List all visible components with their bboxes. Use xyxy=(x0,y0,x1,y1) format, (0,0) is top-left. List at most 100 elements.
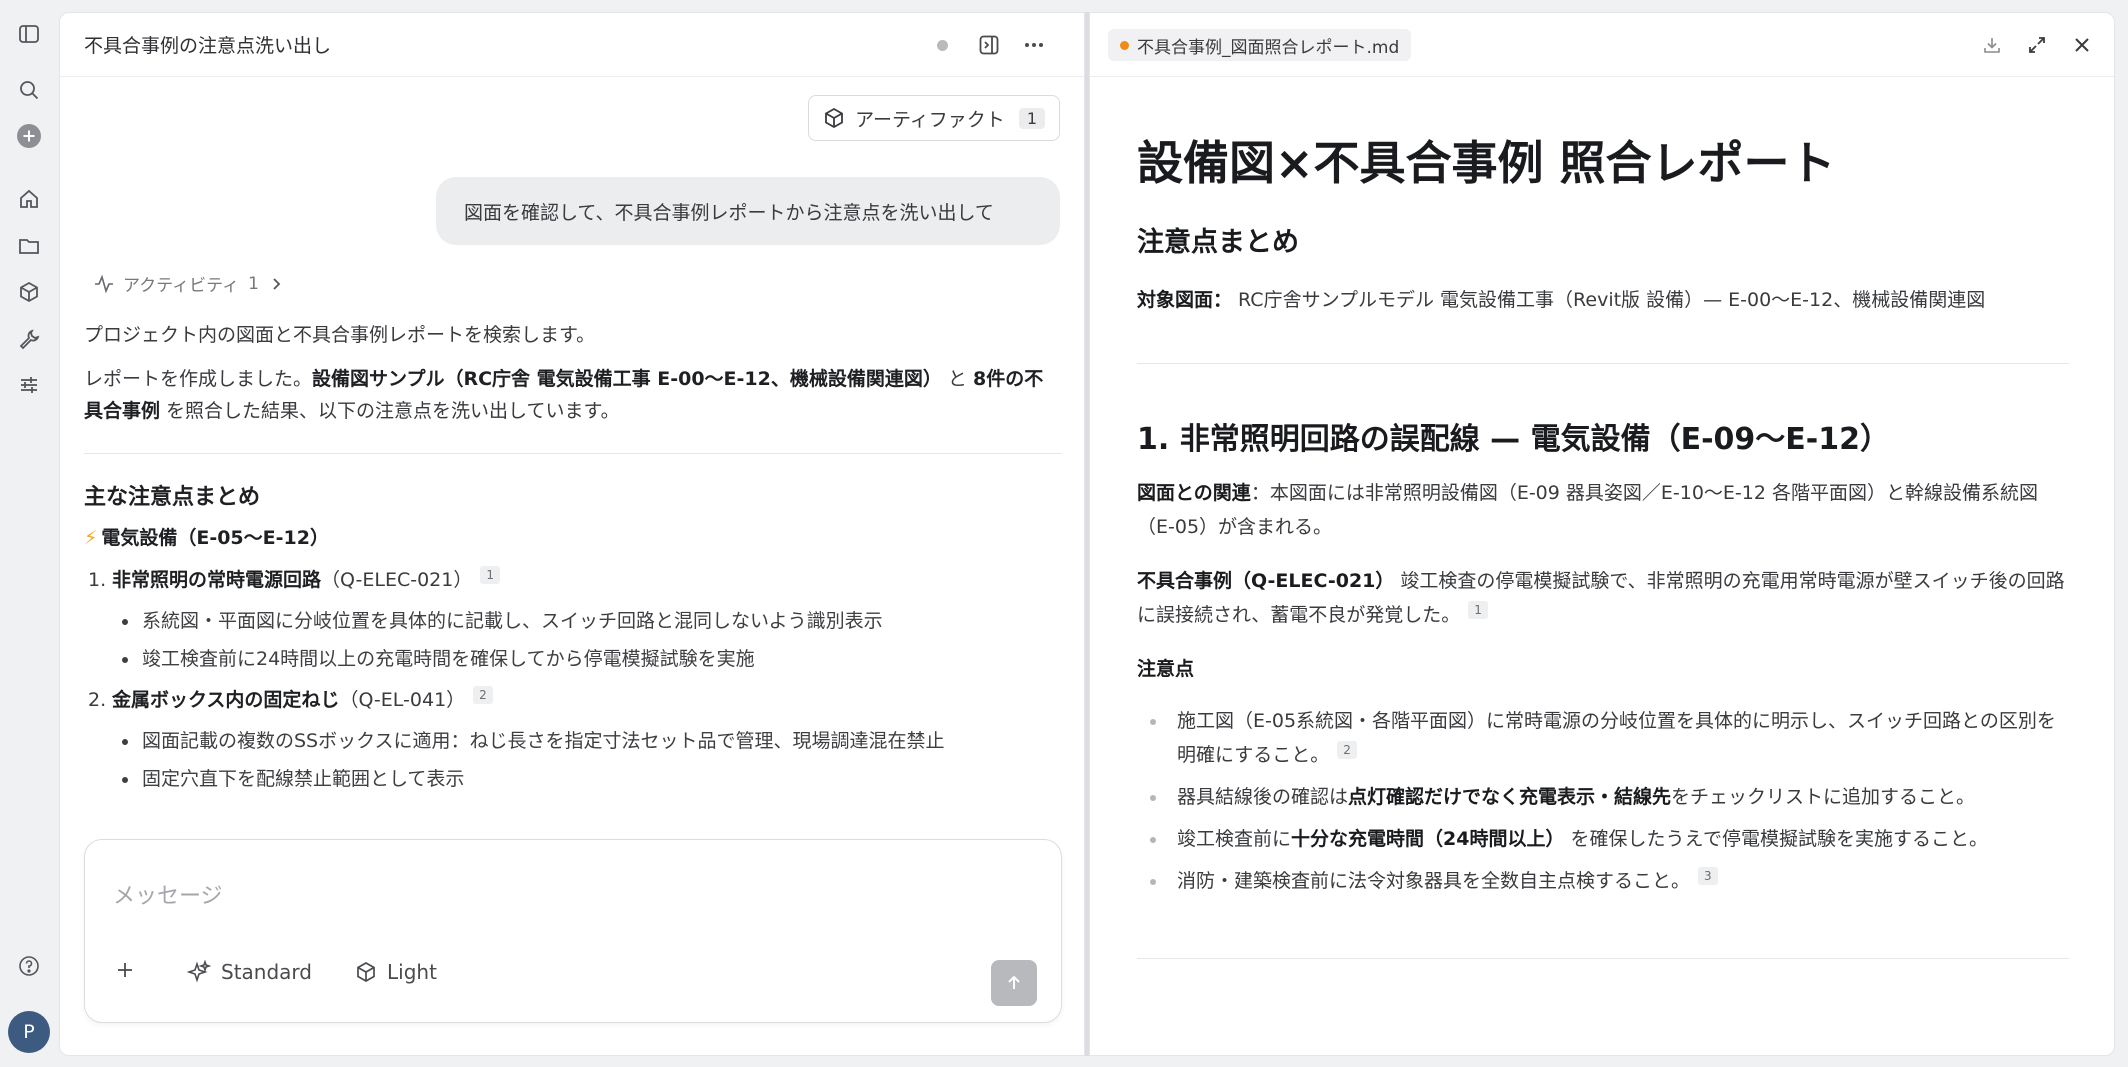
note-item: 消防・建築検査前に法令対象器具を全数自主点検すること。 3 xyxy=(1150,864,2069,898)
artifact-tab[interactable]: 不具合事例_図面照合レポート.md xyxy=(1108,29,1412,61)
text-span: 竣工検査前に xyxy=(1177,828,1292,850)
sidebar-toggle-icon[interactable] xyxy=(14,19,44,49)
citation-badge[interactable]: 1 xyxy=(1468,600,1488,619)
cube-icon xyxy=(355,961,377,983)
text-span: 器具結線後の確認は xyxy=(1177,786,1349,808)
text-span: 消防・建築検査前に法令対象器具を全数自主点検すること。 xyxy=(1177,870,1691,892)
list-number: 2. xyxy=(88,689,107,711)
case-paragraph: 不具合事例（Q-ELEC-021） 竣工検査の停電模擬試験で、非常照明の充電用常… xyxy=(1137,564,2069,632)
notes-label: 注意点 xyxy=(1137,658,1195,680)
model-light-button[interactable]: Light xyxy=(355,960,437,984)
text-span: と xyxy=(941,368,973,390)
activity-icon xyxy=(94,274,114,294)
divider xyxy=(84,453,1062,454)
document-title: 設備図×不具合事例 照合レポート xyxy=(1137,136,1836,190)
divider xyxy=(1137,958,2069,959)
home-icon[interactable] xyxy=(14,184,44,214)
citation-badge[interactable]: 2 xyxy=(1337,740,1357,759)
split-view-icon[interactable] xyxy=(974,30,1004,60)
list-number: 1. xyxy=(88,569,107,591)
section-heading: 主な注意点まとめ xyxy=(84,485,261,510)
relation-paragraph: 図面との関連：本図面には非常照明設備図（E-09 器具姿図／E-10〜E-12 … xyxy=(1137,476,2069,544)
cube-icon xyxy=(823,107,845,129)
bold-text: 図面との関連 xyxy=(1137,482,1251,504)
activity-count: 1 xyxy=(248,273,259,294)
folder-icon[interactable] xyxy=(14,231,44,261)
message-composer[interactable]: メッセージ Standard Light xyxy=(84,839,1062,1023)
send-button[interactable] xyxy=(991,960,1037,1006)
markdown-document: 設備図×不具合事例 照合レポート 注意点まとめ 対象図面： RC庁舎サンプルモデ… xyxy=(1137,133,2069,959)
bullet-item: 図面記載の複数のSSボックスに適用：ねじ長さを指定寸法セット品で管理、現場調達混… xyxy=(122,722,1062,760)
activity-toggle[interactable]: アクティビティ 1 xyxy=(94,271,284,296)
bold-text: 十分な充電時間（24時間以上） xyxy=(1291,828,1565,850)
bold-text: 設備図サンプル（RC庁舎 電気設備工事 E-00〜E-12、機械設備関連図） xyxy=(312,368,942,390)
note-item: 竣工検査前に十分な充電時間（24時間以上） を確保したうえで停電模擬試験を実施す… xyxy=(1150,822,2069,856)
search-icon[interactable] xyxy=(14,75,44,105)
more-icon[interactable] xyxy=(1019,30,1049,60)
summary-heading: 注意点まとめ xyxy=(1137,227,1299,258)
text-span: レポートを作成しました。 xyxy=(84,368,313,390)
notes-list: 施工図（E-05系統図・各階平面図）に常時電源の分岐位置を具体的に明示し、スイッ… xyxy=(1150,704,2069,898)
citation-badge[interactable]: 1 xyxy=(480,565,500,584)
bullet-item: 竣工検査前に24時間以上の充電時間を確保してから停電模擬試験を実施 xyxy=(122,640,1062,678)
sparkle-icon xyxy=(187,960,211,984)
list-item-code: （Q-ELEC-021） xyxy=(321,569,473,591)
citation-badge[interactable]: 2 xyxy=(473,685,493,704)
note-item: 器具結線後の確認は点灯確認だけでなく充電表示・結線先をチェックリストに追加するこ… xyxy=(1150,780,2069,814)
bold-text: 対象図面： xyxy=(1137,289,1233,311)
attach-button[interactable] xyxy=(115,960,135,980)
sliders-icon[interactable] xyxy=(14,370,44,400)
list-item-title: 金属ボックス内の固定ねじ xyxy=(112,689,340,711)
list-item: 1. 非常照明の常時電源回路（Q-ELEC-021） 1 xyxy=(88,564,1062,596)
expand-icon[interactable] xyxy=(2022,30,2052,60)
chevron-right-icon xyxy=(268,276,284,292)
download-icon[interactable] xyxy=(1977,30,2007,60)
bold-text: 不具合事例（Q-ELEC-021） xyxy=(1137,570,1395,592)
artifact-panel: 不具合事例_図面照合レポート.md 設備図×不具合事例 照合レポート 注意点まと… xyxy=(1089,12,2115,1056)
citation-badge[interactable]: 3 xyxy=(1698,866,1718,885)
subsection-heading-text: 電気設備（E-05〜E-12） xyxy=(101,527,329,549)
note-item: 施工図（E-05系統図・各階平面図）に常時電源の分岐位置を具体的に明示し、スイッ… xyxy=(1150,704,2069,772)
list-item-code: （Q-EL-041） xyxy=(339,689,466,711)
chat-title: 不具合事例の注意点洗い出し xyxy=(84,35,332,57)
plus-icon xyxy=(115,960,135,980)
chat-header: 不具合事例の注意点洗い出し xyxy=(60,13,1084,77)
list-item: 2. 金属ボックス内の固定ねじ（Q-EL-041） 2 xyxy=(88,684,1062,716)
text-span: RC庁舎サンプルモデル 電気設備工事（Revit版 設備）— E-00〜E-12… xyxy=(1232,289,1986,311)
artifact-header: 不具合事例_図面照合レポート.md xyxy=(1090,13,2114,77)
unsaved-dot xyxy=(1120,40,1129,50)
artifact-count-badge: 1 xyxy=(1018,107,1045,129)
close-icon[interactable] xyxy=(2067,30,2097,60)
activity-label: アクティビティ xyxy=(123,276,240,296)
subsection-heading: ⚡ 電気設備（E-05〜E-12） xyxy=(84,522,1062,554)
artifact-tab-title: 不具合事例_図面照合レポート.md xyxy=(1137,37,1400,58)
wrench-icon[interactable] xyxy=(14,324,44,354)
text-span: ：本図面には非常照明設備図（E-09 器具姿図／E-10〜E-12 各階平面図）… xyxy=(1137,482,2039,538)
section-heading: 1. 非常照明回路の誤配線 — 電気設備（E-09〜E-12） xyxy=(1137,422,1890,457)
chat-panel: 不具合事例の注意点洗い出し アーティファクト 1 図面を確認して、不具合事例レポ… xyxy=(59,12,1085,1056)
status-dot xyxy=(937,40,948,51)
target-drawings: 対象図面： RC庁舎サンプルモデル 電気設備工事（Revit版 設備）— E-0… xyxy=(1137,283,2069,317)
model-standard-button[interactable]: Standard xyxy=(187,960,312,984)
standard-label: Standard xyxy=(221,960,312,984)
text-span: 施工図（E-05系統図・各階平面図）に常時電源の分岐位置を具体的に明示し、スイッ… xyxy=(1177,710,2056,766)
divider xyxy=(1137,363,2069,364)
text-span: を確保したうえで停電模擬試験を実施すること。 xyxy=(1564,828,1988,850)
new-chat-icon[interactable] xyxy=(14,121,44,151)
list-item-title: 非常照明の常時電源回路 xyxy=(112,569,322,591)
text-span: をチェックリストに追加すること。 xyxy=(1671,786,1976,808)
artifact-button[interactable]: アーティファクト 1 xyxy=(808,95,1060,141)
help-icon[interactable] xyxy=(14,951,44,981)
lightning-icon: ⚡ xyxy=(84,527,98,549)
avatar[interactable]: P xyxy=(8,1011,50,1053)
cube-icon[interactable] xyxy=(14,277,44,307)
assistant-paragraph: プロジェクト内の図面と不具合事例レポートを検索します。 xyxy=(84,324,596,346)
bullet-item: 系統図・平面図に分岐位置を具体的に記載し、スイッチ回路と混同しないよう識別表示 xyxy=(122,602,1062,640)
user-message: 図面を確認して、不具合事例レポートから注意点を洗い出して xyxy=(436,177,1060,245)
message-input[interactable]: メッセージ xyxy=(113,878,223,910)
artifact-button-label: アーティファクト xyxy=(855,108,1005,131)
left-rail: P xyxy=(0,0,58,1067)
light-label: Light xyxy=(387,960,437,984)
bullet-list: 系統図・平面図に分岐位置を具体的に記載し、スイッチ回路と混同しないよう識別表示 … xyxy=(122,602,1062,678)
assistant-message: プロジェクト内の図面と不具合事例レポートを検索します。 レポートを作成しました。… xyxy=(84,319,1062,804)
